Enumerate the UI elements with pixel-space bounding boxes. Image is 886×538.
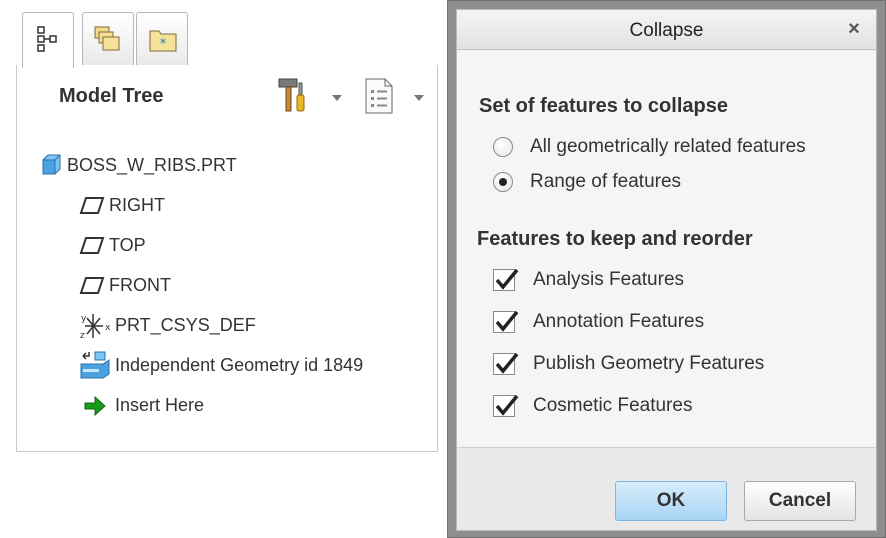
tab-model-tree[interactable] xyxy=(22,12,74,68)
model-tree-box: Model Tree BOSS_W_RIBS.PRT RIGHT TOP FRO… xyxy=(16,65,438,452)
tree-item-label: FRONT xyxy=(109,274,171,295)
tree-settings-button[interactable] xyxy=(275,77,345,115)
radio-range-of-features[interactable]: Range of features xyxy=(493,168,681,196)
radio-button-selected[interactable] xyxy=(493,172,513,192)
part-icon xyxy=(39,152,67,178)
ok-button[interactable]: OK xyxy=(615,481,727,521)
svg-text:z: z xyxy=(80,331,85,340)
tree-item-insert-here[interactable]: Insert Here xyxy=(83,391,204,419)
tree-show-button[interactable] xyxy=(363,77,433,115)
independent-geometry-icon xyxy=(79,351,115,379)
tree-item-label: Insert Here xyxy=(115,394,205,415)
model-tree-panel: * Model Tree BOSS_W_RIBS.PRT RIGHT TOP F… xyxy=(16,8,438,452)
collapse-dialog: Collapse × Set of features to collapse A… xyxy=(447,0,886,538)
svg-text:x: x xyxy=(105,323,111,333)
checkbox-publish-geometry-features[interactable]: Publish Geometry Features xyxy=(493,350,764,378)
model-tree-icon xyxy=(37,26,57,52)
checkbox-label: Analysis Features xyxy=(533,269,685,290)
tree-item-datum-top[interactable]: TOP xyxy=(79,231,146,259)
tree-item-independent-geometry[interactable]: Independent Geometry id 1849 xyxy=(79,351,363,379)
radio-label: Range of features xyxy=(530,171,682,192)
checkbox-label: Cosmetic Features xyxy=(533,395,693,416)
radio-label: All geometrically related features xyxy=(530,136,806,157)
checkbox[interactable] xyxy=(493,352,519,375)
datum-plane-icon xyxy=(79,272,109,298)
checkmark-icon xyxy=(495,394,519,416)
close-icon[interactable]: × xyxy=(844,19,864,39)
tree-item-label: PRT_CSYS_DEF xyxy=(115,314,256,335)
chevron-down-icon xyxy=(332,95,342,101)
tree-item-label: RIGHT xyxy=(109,194,165,215)
tree-item-label: BOSS_W_RIBS.PRT xyxy=(67,154,237,175)
dialog-body: Set of features to collapse All geometri… xyxy=(457,51,876,447)
tree-item-label: Independent Geometry id 1849 xyxy=(115,354,364,375)
insert-arrow-icon xyxy=(83,392,115,418)
list-document-icon xyxy=(365,78,393,114)
checkmark-icon xyxy=(495,352,519,374)
cancel-button[interactable]: Cancel xyxy=(744,481,856,521)
svg-text:y: y xyxy=(81,314,87,324)
tree-item-part[interactable]: BOSS_W_RIBS.PRT xyxy=(39,151,237,179)
checkbox[interactable] xyxy=(493,310,519,333)
dialog-title: Collapse xyxy=(629,20,704,41)
chevron-down-icon xyxy=(414,95,424,101)
radio-all-geometric[interactable]: All geometrically related features xyxy=(493,133,806,161)
checkbox-label: Publish Geometry Features xyxy=(533,353,765,374)
coordinate-system-icon: y z x xyxy=(79,312,115,340)
svg-text:*: * xyxy=(160,37,167,52)
model-tree-header: Model Tree xyxy=(17,65,437,127)
tab-favorites[interactable]: * xyxy=(136,12,188,66)
hammer-screwdriver-icon xyxy=(278,78,305,112)
datum-plane-icon xyxy=(79,232,109,258)
checkbox-cosmetic-features[interactable]: Cosmetic Features xyxy=(493,392,692,420)
radio-button[interactable] xyxy=(493,137,513,157)
datum-plane-icon xyxy=(79,192,109,218)
tree-item-datum-right[interactable]: RIGHT xyxy=(79,191,165,219)
navigator-tabs: * xyxy=(16,8,438,68)
dialog-frame: Collapse × Set of features to collapse A… xyxy=(456,9,877,531)
tree-item-datum-front[interactable]: FRONT xyxy=(79,271,171,299)
checkbox-analysis-features[interactable]: Analysis Features xyxy=(493,266,684,294)
tree-item-label: TOP xyxy=(109,234,146,255)
checkbox[interactable] xyxy=(493,268,519,291)
checkbox[interactable] xyxy=(493,394,519,417)
folder-browser-icon xyxy=(94,26,120,51)
tab-folder-browser[interactable] xyxy=(82,12,134,66)
dialog-titlebar[interactable]: Collapse × xyxy=(457,10,876,50)
dialog-footer: OK Cancel xyxy=(457,447,876,530)
model-tree-title: Model Tree xyxy=(59,85,164,107)
favorites-icon: * xyxy=(149,30,177,52)
keep-section-title: Features to keep and reorder xyxy=(477,228,753,250)
set-section-title: Set of features to collapse xyxy=(479,95,728,117)
checkmark-icon xyxy=(495,268,519,290)
checkmark-icon xyxy=(495,310,519,332)
checkbox-label: Annotation Features xyxy=(533,311,705,332)
tree-item-csys[interactable]: y z x PRT_CSYS_DEF xyxy=(79,311,256,340)
checkbox-annotation-features[interactable]: Annotation Features xyxy=(493,308,704,336)
